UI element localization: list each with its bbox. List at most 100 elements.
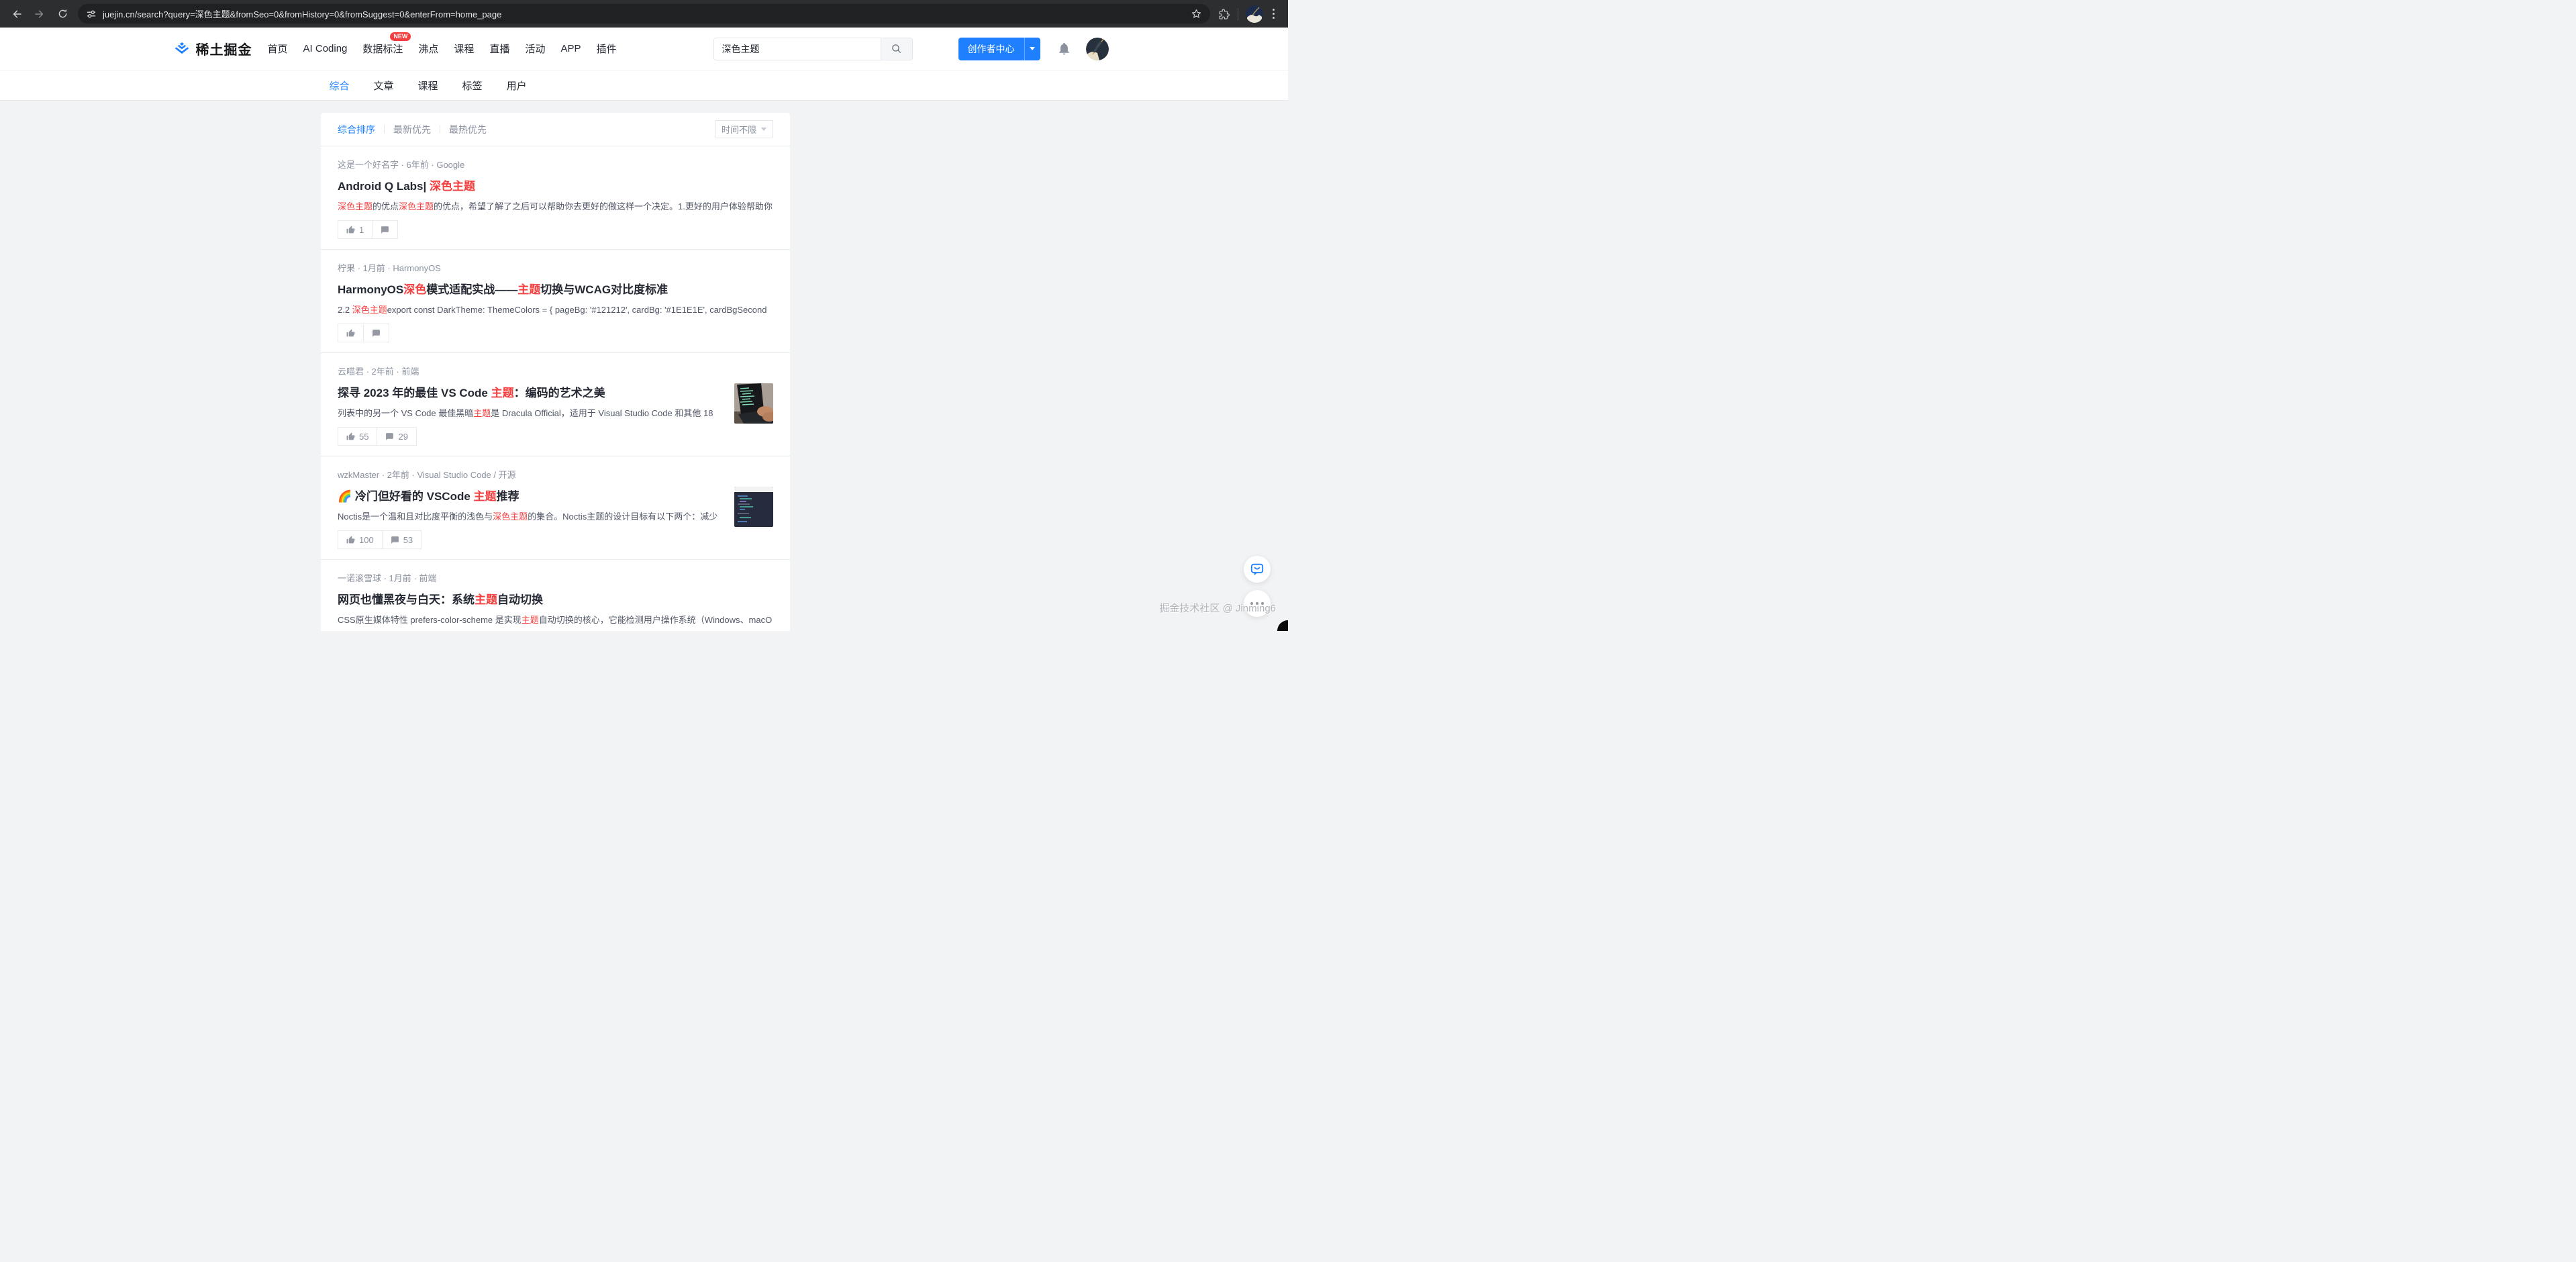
result-description: CSS原生媒体特性 prefers-color-scheme 是实现主题自动切换…: [338, 613, 773, 626]
chevron-down-icon: [761, 128, 766, 131]
comment-icon: [385, 432, 394, 441]
notification-button[interactable]: [1057, 42, 1071, 56]
nav-item-label: 沸点: [418, 44, 438, 55]
tab-users[interactable]: 用户: [507, 79, 527, 93]
tab-comprehensive[interactable]: 综合: [330, 79, 350, 93]
bell-icon: [1057, 42, 1071, 56]
result-title-link[interactable]: 🌈 冷门但好看的 VSCode 主题推荐: [338, 487, 724, 503]
search-input[interactable]: [714, 38, 881, 60]
result-actions: [338, 324, 773, 342]
site-header: 稀土掘金 首页AI Coding数据标注NEW沸点课程直播活动APP插件 创作者…: [0, 28, 1288, 70]
user-avatar-image: [1086, 38, 1109, 60]
code-editor-thumbnail: [734, 487, 773, 527]
comment-button[interactable]: [363, 324, 389, 342]
thumbs-up-icon: [346, 432, 355, 441]
search-button[interactable]: [881, 38, 912, 60]
feedback-button[interactable]: [1244, 556, 1271, 583]
tab-courses[interactable]: 课程: [418, 79, 438, 93]
back-button[interactable]: [8, 5, 26, 23]
forward-button[interactable]: [31, 5, 48, 23]
result-meta: 一诺滚雪球 · 1月前 · 前端: [338, 571, 773, 584]
search-result-item[interactable]: 这是一个好名字 · 6年前 · Google Android Q Labs| 深…: [321, 146, 790, 250]
comment-button[interactable]: 53: [382, 530, 422, 549]
search-result-item[interactable]: 一诺滚雪球 · 1月前 · 前端 网页也懂黑夜与白天：系统主题自动切换 CSS原…: [321, 560, 790, 631]
nav-item-label: 首页: [268, 44, 288, 55]
nav-item-live[interactable]: 直播: [489, 42, 509, 56]
result-meta: 柠果 · 1月前 · HarmonyOS: [338, 261, 773, 274]
time-filter-dropdown[interactable]: 时间不限: [715, 120, 773, 138]
extensions-icon[interactable]: [1218, 8, 1230, 20]
comment-button[interactable]: [372, 220, 398, 239]
url-bar[interactable]: juejin.cn/search?query=深色主题&fromSeo=0&fr…: [78, 4, 1210, 23]
creator-center-button[interactable]: 创作者中心: [958, 38, 1040, 60]
nav-item-label: 活动: [525, 44, 545, 55]
result-meta: 这是一个好名字 · 6年前 · Google: [338, 158, 773, 171]
reload-icon: [57, 8, 68, 19]
url-text[interactable]: juejin.cn/search?query=深色主题&fromSeo=0&fr…: [103, 7, 501, 20]
nav-item-label: 直播: [489, 44, 509, 55]
result-actions: 1: [338, 220, 773, 239]
nav-item-app[interactable]: APP: [560, 43, 581, 54]
result-meta: 云喵君 · 2年前 · 前端: [338, 365, 773, 377]
result-title-link[interactable]: 探寻 2023 年的最佳 VS Code 主题：编码的艺术之美: [338, 383, 724, 400]
back-arrow-icon: [11, 8, 23, 20]
sort-comprehensive[interactable]: 综合排序: [338, 123, 375, 136]
comment-icon: [372, 329, 381, 338]
thumbs-up-icon: [346, 536, 355, 544]
nav-item-data-annotation[interactable]: 数据标注NEW: [362, 42, 403, 56]
result-thumbnail[interactable]: [734, 487, 773, 527]
search-box: [713, 38, 913, 60]
like-button[interactable]: [338, 324, 364, 342]
nav-item-pins[interactable]: 沸点: [418, 42, 438, 56]
tab-tags[interactable]: 标签: [462, 79, 483, 93]
like-count: 55: [359, 432, 368, 442]
tab-articles[interactable]: 文章: [374, 79, 394, 93]
laptop-photo-thumbnail: [734, 383, 773, 424]
profile-avatar-image: [1246, 5, 1263, 23]
reload-button[interactable]: [54, 5, 71, 23]
filter-bar: 综合排序 最新优先 最热优先 时间不限: [321, 113, 790, 146]
new-badge: NEW: [390, 32, 411, 41]
forward-arrow-icon: [34, 8, 46, 20]
logo-text: 稀土掘金: [196, 39, 252, 58]
creator-center-dropdown[interactable]: [1024, 38, 1040, 60]
result-title-link[interactable]: Android Q Labs| 深色主题: [338, 177, 773, 193]
results-card: 综合排序 最新优先 最热优先 时间不限 这是一个好名字 · 6年前 · Google…: [321, 113, 790, 631]
juejin-logo[interactable]: 稀土掘金: [173, 39, 252, 58]
browser-menu-button[interactable]: [1267, 5, 1280, 23]
sort-separator: [384, 125, 385, 134]
nav-item-home[interactable]: 首页: [268, 42, 288, 56]
like-button[interactable]: 1: [338, 220, 373, 239]
comment-count: 53: [403, 535, 413, 545]
thumbs-up-icon: [346, 329, 355, 338]
watermark-text: 掘金技术社区 @ Jinming6: [1159, 601, 1276, 615]
sort-hottest[interactable]: 最热优先: [449, 123, 487, 136]
user-avatar[interactable]: [1086, 38, 1109, 60]
browser-profile-avatar[interactable]: [1246, 5, 1263, 23]
nav-item-label: AI Coding: [303, 43, 348, 54]
nav-item-courses[interactable]: 课程: [454, 42, 474, 56]
main-nav: 首页 AI Coding 数据标注NEW 沸点 课程 直播 活动 APP 插件: [268, 42, 617, 56]
sort-newest[interactable]: 最新优先: [393, 123, 431, 136]
result-title-link[interactable]: HarmonyOS深色模式适配实战——主题切换与WCAG对比度标准: [338, 280, 773, 297]
site-settings-icon[interactable]: [86, 9, 97, 19]
search-result-item[interactable]: 云喵君 · 2年前 · 前端 探寻 2023 年的最佳 VS Code 主题：编…: [321, 353, 790, 456]
like-button[interactable]: 100: [338, 530, 383, 549]
result-actions: 100 53: [338, 530, 773, 549]
sort-options: 综合排序 最新优先 最热优先: [338, 123, 487, 136]
search-result-item[interactable]: 柠果 · 1月前 · HarmonyOS HarmonyOS深色模式适配实战——…: [321, 250, 790, 353]
nav-item-label: 数据标注: [362, 44, 403, 55]
bookmark-star-icon[interactable]: [1191, 8, 1202, 19]
nav-item-events[interactable]: 活动: [525, 42, 545, 56]
screen-corner: [1277, 620, 1288, 631]
like-button[interactable]: 55: [338, 427, 377, 446]
comment-icon: [391, 536, 399, 544]
comment-button[interactable]: 29: [377, 427, 416, 446]
nav-item-plugins[interactable]: 插件: [596, 42, 616, 56]
result-thumbnail[interactable]: [734, 383, 773, 424]
result-title-link[interactable]: 网页也懂黑夜与白天：系统主题自动切换: [338, 590, 773, 607]
page-content: 综合排序 最新优先 最热优先 时间不限 这是一个好名字 · 6年前 · Google…: [0, 101, 1288, 631]
result-description: Noctis是一个温和且对比度平衡的浅色与深色主题的集合。Noctis主题的设计…: [338, 509, 724, 522]
nav-item-ai-coding[interactable]: AI Coding: [303, 43, 348, 54]
search-result-item[interactable]: wzkMaster · 2年前 · Visual Studio Code / 开…: [321, 456, 790, 560]
